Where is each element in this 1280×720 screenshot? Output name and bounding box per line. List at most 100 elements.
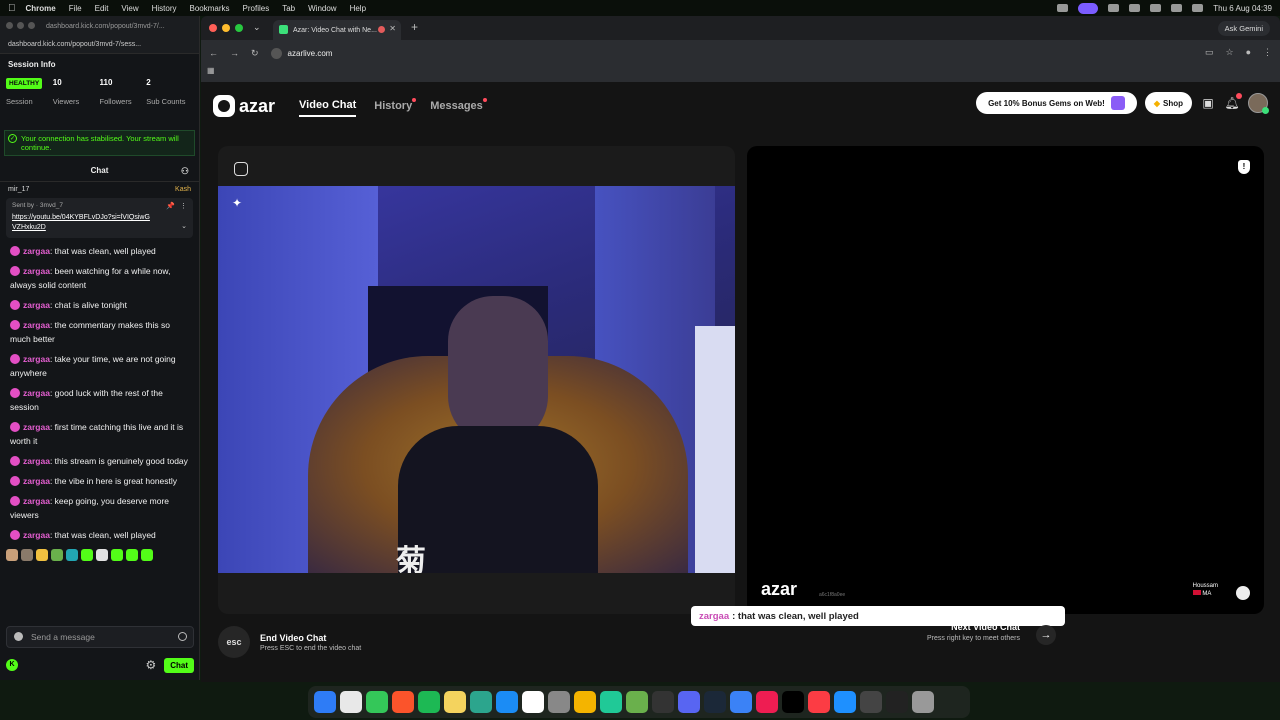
menu-history[interactable]: History xyxy=(152,4,177,13)
menu-profiles[interactable]: Profiles xyxy=(243,4,270,13)
close-dot[interactable] xyxy=(6,22,13,29)
control-center-icon[interactable] xyxy=(1192,4,1204,12)
steam-icon[interactable] xyxy=(704,691,726,713)
tab-search-icon[interactable]: ⌄ xyxy=(253,22,261,33)
chevron-down-icon[interactable]: ⌄ xyxy=(181,222,187,230)
emote-icon[interactable] xyxy=(81,549,93,561)
emote-icon[interactable] xyxy=(96,549,108,561)
app-icon[interactable] xyxy=(600,691,622,713)
sender-name[interactable]: 3mvd_7 xyxy=(40,202,63,209)
emote-icon[interactable] xyxy=(111,549,123,561)
chat-username[interactable]: zargaa xyxy=(23,354,50,364)
notion-status-icon[interactable] xyxy=(1108,4,1120,12)
next-video-chat[interactable]: Next Video Chat Press right key to meet … xyxy=(880,622,1070,662)
chat-bubble-icon[interactable] xyxy=(1236,586,1250,600)
gear-icon[interactable]: ⚙ xyxy=(145,658,156,672)
chat-username[interactable]: zargaa xyxy=(23,530,50,540)
trash-icon[interactable] xyxy=(912,691,934,713)
tiktok-icon[interactable] xyxy=(756,691,778,713)
emote-icon[interactable] xyxy=(51,549,63,561)
davinci-icon[interactable] xyxy=(860,691,882,713)
address-bar[interactable]: azarlive.com xyxy=(270,47,332,59)
ask-gemini-button[interactable]: Ask Gemini xyxy=(1217,21,1270,36)
apple-icon[interactable]:  xyxy=(8,3,16,14)
emoji-icon[interactable] xyxy=(178,632,187,641)
notion-icon[interactable] xyxy=(522,691,544,713)
emote-icon[interactable] xyxy=(126,549,138,561)
safari-icon[interactable] xyxy=(834,691,856,713)
minimized-window-icon[interactable] xyxy=(886,691,908,713)
menu-bookmarks[interactable]: Bookmarks xyxy=(190,4,230,13)
music-icon[interactable] xyxy=(808,691,830,713)
cast-icon[interactable]: ▭ xyxy=(1205,47,1214,58)
close-tab-icon[interactable]: ✕ xyxy=(389,24,396,33)
forward-icon[interactable]: → xyxy=(230,48,239,58)
menu-file[interactable]: File xyxy=(69,4,82,13)
obs-icon[interactable] xyxy=(652,691,674,713)
zoom-dot[interactable] xyxy=(28,22,35,29)
chat-username[interactable]: zargaa xyxy=(23,476,50,486)
partner-tag[interactable]: Houssam MA xyxy=(1192,582,1218,598)
zoom-dot[interactable] xyxy=(235,24,243,32)
nav-video-chat[interactable]: Video Chat xyxy=(299,95,357,117)
kick-logo-icon[interactable]: K xyxy=(6,659,18,671)
chat-username[interactable]: zargaa xyxy=(23,456,50,466)
emote-icon[interactable] xyxy=(36,549,48,561)
brave-icon[interactable] xyxy=(392,691,414,713)
clock[interactable]: Thu 6 Aug 04:39 xyxy=(1213,4,1272,13)
launchpad-icon[interactable] xyxy=(340,691,362,713)
menu-tab[interactable]: Tab xyxy=(282,4,295,13)
menu-view[interactable]: View xyxy=(121,4,138,13)
capcut-icon[interactable] xyxy=(782,691,804,713)
back-icon[interactable]: ← xyxy=(209,48,218,58)
finder-icon[interactable] xyxy=(314,691,336,713)
chat-username[interactable]: zargaa xyxy=(23,320,50,330)
minimize-dot[interactable] xyxy=(222,24,230,32)
minimize-dot[interactable] xyxy=(17,22,24,29)
arrow-right-icon[interactable]: → xyxy=(1036,625,1056,645)
emote-icon[interactable] xyxy=(21,549,33,561)
status-app-icon[interactable] xyxy=(1057,4,1069,12)
nav-history[interactable]: History xyxy=(374,96,417,116)
emote-icon[interactable] xyxy=(141,549,153,561)
report-shield-icon[interactable]: ! xyxy=(1238,160,1250,174)
avatar[interactable] xyxy=(1248,93,1269,114)
menu-edit[interactable]: Edit xyxy=(95,4,109,13)
chat-username[interactable]: zargaa xyxy=(23,496,50,506)
app-icon[interactable] xyxy=(626,691,648,713)
azar-logo[interactable]: azar xyxy=(213,95,275,117)
bookmark-star-icon[interactable]: ☆ xyxy=(1225,47,1233,58)
chrome-icon[interactable] xyxy=(574,691,596,713)
chat-username[interactable]: zargaa xyxy=(23,422,50,432)
menu-window[interactable]: Window xyxy=(308,4,336,13)
store-icon[interactable]: ▣ xyxy=(1200,95,1216,111)
pinned-row-user[interactable]: mir_17 xyxy=(8,186,29,193)
new-tab-icon[interactable]: + xyxy=(411,20,418,34)
site-info-icon[interactable] xyxy=(270,47,282,59)
pin-icon[interactable]: 📌 xyxy=(166,202,175,210)
kash-badge[interactable]: Kash xyxy=(175,186,191,193)
screen-record-icon[interactable] xyxy=(1078,2,1099,14)
bell-icon[interactable]: 🔔︎ xyxy=(1224,93,1242,111)
tab-azar[interactable]: Azar: Video Chat with Ne... ✕ xyxy=(273,20,401,40)
settings-icon[interactable] xyxy=(548,691,570,713)
menu-icon[interactable]: ⋮ xyxy=(1263,47,1272,58)
chat-username[interactable]: zargaa xyxy=(23,266,50,276)
chat-username[interactable]: zargaa xyxy=(23,246,50,256)
notes-icon[interactable] xyxy=(444,691,466,713)
send-chat-button[interactable]: Chat xyxy=(164,657,194,673)
app-icon[interactable] xyxy=(730,691,752,713)
wifi-icon[interactable] xyxy=(1150,4,1162,12)
emote-icon[interactable] xyxy=(66,549,78,561)
bonus-gems-button[interactable]: Get 10% Bonus Gems on Web! xyxy=(976,92,1137,114)
esc-key-button[interactable]: esc xyxy=(218,626,250,658)
status-app-icon-2[interactable] xyxy=(1129,4,1141,12)
pinned-link[interactable]: https://youtu.be/04KYBFLvDJo?si=lVIQsiwG… xyxy=(12,213,152,233)
popout-urlbar[interactable]: dashboard.kick.com/popout/3mvd-7/sess... xyxy=(0,36,199,54)
end-video-chat[interactable]: esc End Video Chat Press ESC to end the … xyxy=(218,626,361,658)
apps-grid-icon[interactable]: ▦ xyxy=(207,66,215,75)
emote-icon[interactable] xyxy=(6,549,18,561)
chat-username[interactable]: zargaa xyxy=(23,300,50,310)
shop-button[interactable]: ◆ Shop xyxy=(1144,92,1192,114)
chat-input[interactable]: Send a message xyxy=(6,626,194,648)
